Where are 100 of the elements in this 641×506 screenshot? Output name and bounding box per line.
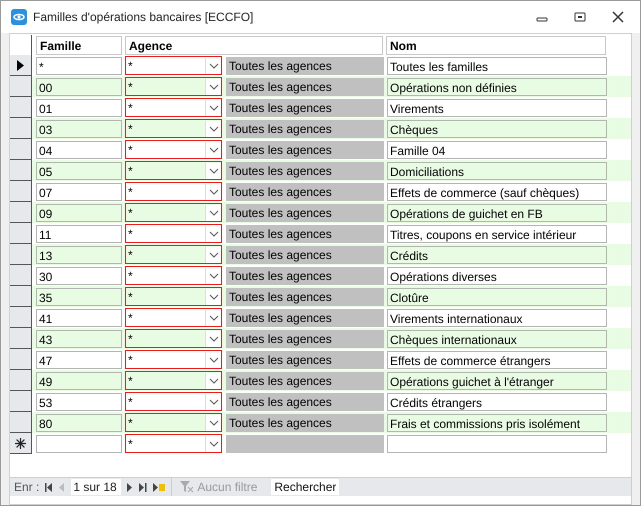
agence-dropdown[interactable]: *: [125, 119, 222, 138]
agence-name: Toutes les agences: [226, 98, 384, 116]
famille-field[interactable]: 09: [36, 204, 122, 222]
agence-name: Toutes les agences: [226, 120, 384, 138]
next-record-button[interactable]: [127, 482, 134, 492]
record-selector[interactable]: [10, 76, 32, 97]
agence-name: Toutes les agences: [226, 56, 384, 74]
agence-dropdown[interactable]: *: [125, 266, 222, 285]
record-selector[interactable]: [10, 286, 32, 307]
famille-field[interactable]: 13: [36, 246, 122, 264]
record-selector[interactable]: [10, 223, 32, 244]
agence-dropdown[interactable]: *: [125, 98, 222, 117]
record-selector[interactable]: [10, 244, 32, 265]
record-label: Enr :: [14, 480, 40, 494]
famille-field[interactable]: 01: [36, 98, 122, 116]
agence-dropdown[interactable]: *: [125, 224, 222, 243]
agence-name: Toutes les agences: [226, 204, 384, 222]
agence-dropdown[interactable]: *: [125, 56, 222, 75]
agence-name: Toutes les agences: [226, 140, 384, 158]
nom-field[interactable]: Domiciliations: [387, 162, 607, 180]
column-header: Agence: [125, 36, 383, 55]
famille-field[interactable]: 00: [36, 78, 122, 96]
record-selector[interactable]: [10, 181, 32, 202]
agence-dropdown[interactable]: *: [125, 245, 222, 264]
agence-name: Toutes les agences: [226, 392, 384, 410]
record-position-field[interactable]: 1 sur 18: [71, 479, 122, 495]
nom-field[interactable]: Chèques internationaux: [387, 330, 607, 348]
record-selector[interactable]: [10, 55, 32, 76]
nom-field[interactable]: Chèques: [387, 120, 607, 138]
nom-field[interactable]: Effets de commerce (sauf chèques): [387, 182, 607, 200]
agence-name: Toutes les agences: [226, 182, 384, 200]
nom-field[interactable]: Titres, coupons en service intérieur: [387, 224, 607, 242]
agence-name: Toutes les agences: [226, 78, 384, 96]
nom-field[interactable]: Opérations de guichet en FB: [387, 204, 607, 222]
agence-dropdown[interactable]: *: [125, 371, 222, 390]
agence-dropdown[interactable]: *: [125, 434, 222, 453]
famille-field[interactable]: 11: [36, 224, 122, 242]
nom-field[interactable]: Famille 04: [387, 140, 607, 158]
nom-field[interactable]: Frais et commissions pris isolément: [387, 414, 607, 432]
record-selector[interactable]: [10, 97, 32, 118]
nom-field[interactable]: Toutes les familles: [387, 56, 607, 74]
nom-field[interactable]: Clotûre: [387, 288, 607, 306]
record-selector[interactable]: [10, 160, 32, 181]
agence-dropdown[interactable]: *: [125, 413, 222, 432]
agence-dropdown[interactable]: *: [125, 77, 222, 96]
last-record-button[interactable]: [139, 482, 148, 492]
record-selector[interactable]: [10, 307, 32, 328]
nom-field[interactable]: [387, 434, 607, 452]
nom-field[interactable]: Opérations guichet à l'étranger: [387, 372, 607, 390]
window-title: Familles d'opérations bancaires [ECCFO]: [33, 10, 254, 24]
nom-field[interactable]: Effets de commerce étrangers: [387, 350, 607, 368]
famille-field[interactable]: 30: [36, 266, 122, 284]
famille-field[interactable]: 07: [36, 182, 122, 200]
new-record-button[interactable]: [153, 482, 166, 492]
record-selector[interactable]: [10, 433, 32, 454]
nom-field[interactable]: Virements internationaux: [387, 308, 607, 326]
famille-field[interactable]: 43: [36, 330, 122, 348]
agence-dropdown[interactable]: *: [125, 329, 222, 348]
agence-dropdown[interactable]: *: [125, 350, 222, 369]
search-field[interactable]: Rechercher: [271, 479, 340, 495]
filter-icon: [180, 481, 194, 493]
famille-field[interactable]: 03: [36, 120, 122, 138]
agence-dropdown[interactable]: *: [125, 182, 222, 201]
famille-field[interactable]: *: [36, 56, 122, 74]
record-selector[interactable]: [10, 328, 32, 349]
agence-name: Toutes les agences: [226, 308, 384, 326]
famille-field[interactable]: 47: [36, 350, 122, 368]
column-header: Nom: [386, 36, 606, 55]
nom-field[interactable]: Opérations non définies: [387, 78, 607, 96]
nom-field[interactable]: Opérations diverses: [387, 266, 607, 284]
record-selector[interactable]: [10, 391, 32, 412]
nom-field[interactable]: Crédits étrangers: [387, 392, 607, 410]
maximize-button[interactable]: [574, 11, 586, 23]
close-button[interactable]: [612, 11, 624, 23]
nom-field[interactable]: Crédits: [387, 246, 607, 264]
agence-dropdown[interactable]: *: [125, 308, 222, 327]
famille-field[interactable]: [36, 434, 122, 452]
first-record-button[interactable]: [45, 482, 54, 492]
record-selector[interactable]: [10, 118, 32, 139]
agence-dropdown[interactable]: *: [125, 203, 222, 222]
record-selector[interactable]: [10, 349, 32, 370]
famille-field[interactable]: 41: [36, 308, 122, 326]
record-selector[interactable]: [10, 139, 32, 160]
nom-field[interactable]: Virements: [387, 98, 607, 116]
famille-field[interactable]: 49: [36, 372, 122, 390]
famille-field[interactable]: 05: [36, 162, 122, 180]
agence-dropdown[interactable]: *: [125, 161, 222, 180]
famille-field[interactable]: 35: [36, 288, 122, 306]
famille-field[interactable]: 80: [36, 414, 122, 432]
current-record-icon: [17, 60, 24, 70]
record-selector[interactable]: [10, 202, 32, 223]
famille-field[interactable]: 53: [36, 392, 122, 410]
agence-dropdown[interactable]: *: [125, 392, 222, 411]
agence-name: Toutes les agences: [226, 162, 384, 180]
famille-field[interactable]: 04: [36, 140, 122, 158]
agence-dropdown[interactable]: *: [125, 287, 222, 306]
agence-dropdown[interactable]: *: [125, 140, 222, 159]
record-selector[interactable]: [10, 370, 32, 391]
record-selector[interactable]: [10, 265, 32, 286]
record-selector[interactable]: [10, 412, 32, 433]
